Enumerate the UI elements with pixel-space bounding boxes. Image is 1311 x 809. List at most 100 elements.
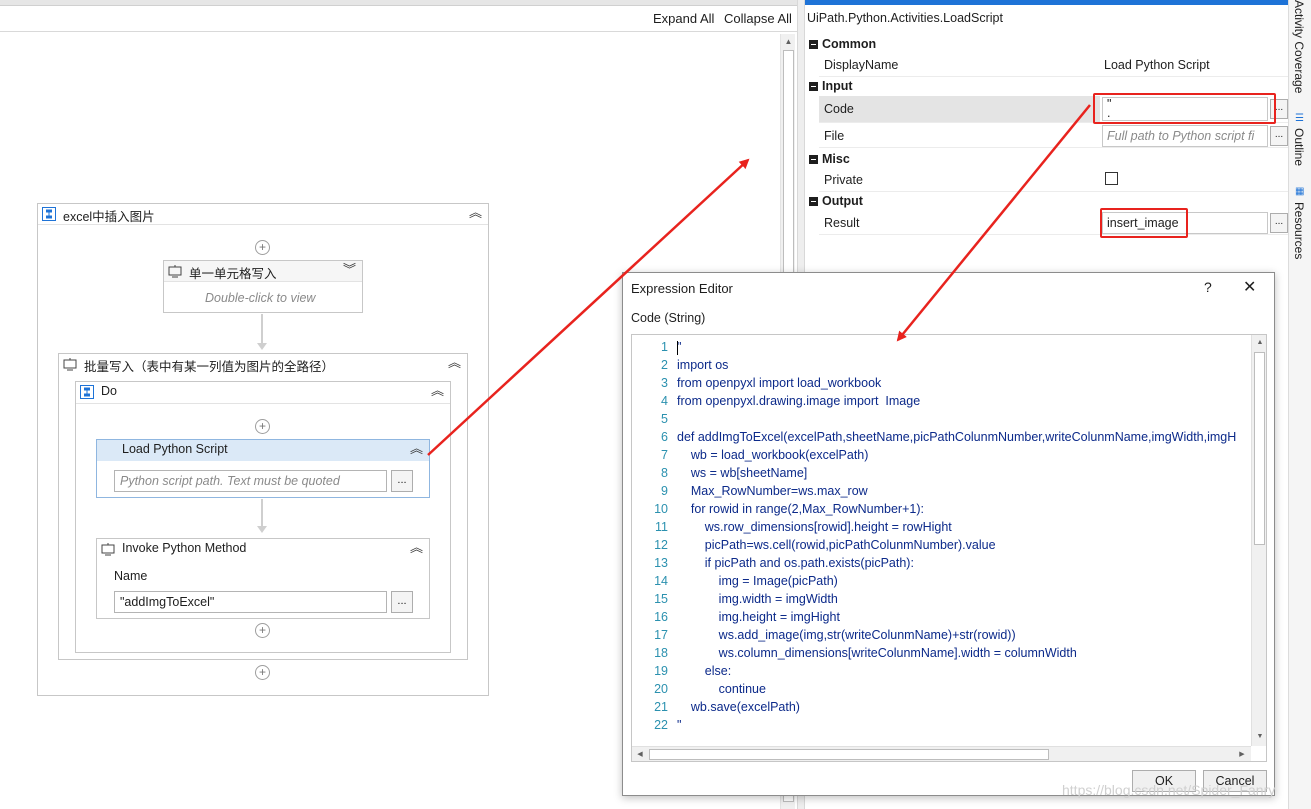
code-line: img.width = imgWidth [677,592,838,606]
double-chevron-up-icon[interactable]: ︽ [410,441,423,457]
code-line: picPath=ws.cell(rowid,picPathColunmNumbe… [677,538,996,552]
code-horizontal-scrollbar[interactable]: ◀ ▶ [632,746,1251,761]
invoke-name-label: Name [114,569,148,583]
code-line: if picPath and os.path.exists(picPath): [677,556,914,570]
script-path-browse-button[interactable]: ... [391,470,413,492]
property-private[interactable]: Private [819,168,1288,192]
add-circle-icon[interactable]: + [255,623,270,638]
code-line: ws.column_dimensions[writeColunmName].wi… [677,646,1077,660]
file-browse-button[interactable]: ... [1270,126,1288,146]
code-line: Max_RowNumber=ws.max_row [677,484,868,498]
add-circle-icon[interactable]: + [255,419,270,434]
sequence-icon [80,385,94,399]
property-label: DisplayName [824,58,899,72]
add-circle-icon[interactable]: + [255,240,270,255]
file-path-input[interactable]: Full path to Python script fi [1102,125,1268,147]
tab-resources[interactable]: Resources [1292,202,1306,259]
invoke-title: Invoke Python Method [122,541,247,555]
help-icon[interactable]: ? [1204,279,1212,295]
activity-icon [168,265,182,278]
scroll-right-arrow-icon[interactable]: ▶ [1235,748,1249,761]
private-checkbox[interactable] [1105,172,1118,185]
properties-title-bar [805,0,1288,5]
resources-icon: ▦ [1295,186,1305,197]
annotation-box-result [1100,208,1188,238]
category-output[interactable]: Output [805,192,1288,211]
property-label: Code [824,102,854,116]
single-cell-title: 单一单元格写入 [189,267,277,281]
code-line: from openpyxl import load_workbook [677,376,882,390]
double-click-hint: Double-click to view [205,291,316,305]
scroll-left-arrow-icon[interactable]: ◀ [633,748,647,761]
selected-row-highlight [819,96,1100,122]
arrow-down-icon [257,526,267,533]
property-label: Private [824,173,863,187]
watermark: https://blog.csdn.net/Spider_Fanry [1062,782,1276,798]
property-label: File [824,129,845,143]
property-display-name[interactable]: DisplayName Load Python Script [819,53,1288,77]
scroll-up-arrow-icon[interactable]: ▲ [781,34,796,49]
code-line: img.height = imgHight [677,610,840,624]
add-circle-icon[interactable]: + [255,665,270,680]
expand-all-button[interactable]: Expand All [653,11,714,26]
scrollbar-thumb[interactable] [1254,352,1265,545]
scrollbar-thumb[interactable] [649,749,1049,760]
close-icon[interactable]: ✕ [1243,277,1256,297]
tab-outline[interactable]: Outline [1292,128,1306,166]
category-misc[interactable]: Misc [805,150,1288,169]
arrow-down-icon [257,343,267,350]
script-path-input[interactable]: Python script path. Text must be quoted [114,470,387,492]
activity-single-cell-write[interactable]: 单一单元格写入 ︾ Double-click to view [163,260,363,313]
tab-activity-coverage[interactable]: Activity Coverage [1292,0,1306,93]
collapse-all-button[interactable]: Collapse All [724,11,792,26]
collapse-category-icon[interactable] [809,197,818,206]
invoke-name-input[interactable]: "addImgToExcel" [114,591,387,613]
code-vertical-scrollbar[interactable]: ▲ ▼ [1251,335,1266,746]
dialog-title: Expression Editor [631,281,733,296]
code-line: for rowid in range(2,Max_RowNumber+1): [677,502,924,516]
flow-connector [261,314,263,344]
property-label: Result [824,216,860,230]
sequence-title: excel中插入图片 [63,210,155,224]
double-chevron-up-icon[interactable]: ︽ [410,540,423,556]
batch-write-title: 批量写入（表中有某一列值为图片的全路径） [84,360,335,374]
outline-icon: ☰ [1295,113,1304,124]
invoke-name-browse-button[interactable]: ... [391,591,413,613]
code-line: continue [677,682,766,696]
collapse-category-icon[interactable] [809,155,818,164]
double-chevron-up-icon[interactable]: ︽ [469,205,482,221]
activity-class-name: UiPath.Python.Activities.LoadScript [807,11,1003,25]
category-label: Output [822,194,863,208]
double-chevron-up-icon[interactable]: ︽ [448,355,461,371]
collapse-category-icon[interactable] [809,82,818,91]
code-line: ws.row_dimensions[rowid].height = rowHig… [677,520,952,534]
expression-type-label: Code (String) [631,311,706,325]
designer-toolbar: Expand All Collapse All [0,6,797,32]
code-lines[interactable]: " import os from openpyxl import load_work… [632,335,1251,745]
scroll-down-arrow-icon[interactable]: ▼ [1253,730,1266,744]
code-line: wb.save(excelPath) [677,700,800,714]
code-line: " [677,718,682,732]
double-chevron-up-icon[interactable]: ︽ [431,383,444,399]
category-common[interactable]: Common [805,35,1288,54]
annotation-box-code [1093,93,1276,124]
sequence-icon [42,207,56,221]
category-label: Misc [822,152,850,166]
code-line: wb = load_workbook(excelPath) [677,448,869,462]
collapse-category-icon[interactable] [809,40,818,49]
property-file[interactable]: File Full path to Python script fi ... [819,124,1288,148]
code-line: ws.add_image(img,str(writeColunmName)+st… [677,628,1016,642]
code-line: def addImgToExcel(excelPath,sheetName,pi… [677,430,1237,444]
activity-invoke-python-method[interactable]: Invoke Python Method ︽ Name "addImgToExc… [96,538,430,619]
activity-load-python-script[interactable]: Load Python Script ︽ Python script path.… [96,439,430,498]
display-name-value[interactable]: Load Python Script [1104,58,1210,72]
do-title: Do [101,384,117,398]
code-editor[interactable]: 1 2 3 4 5 6 7 8 9 10 11 12 13 14 15 16 17 18 19 20 21 22 " imp… [631,334,1267,762]
double-chevron-down-icon[interactable]: ︾ [343,262,356,278]
code-line: from openpyxl.drawing.image import Image [677,394,921,408]
text-cursor [677,341,678,355]
result-browse-button[interactable]: ... [1270,213,1288,233]
property-result[interactable]: Result insert_image ... [819,211,1288,235]
scroll-up-arrow-icon[interactable]: ▲ [1253,336,1266,350]
activity-icon [63,358,77,371]
